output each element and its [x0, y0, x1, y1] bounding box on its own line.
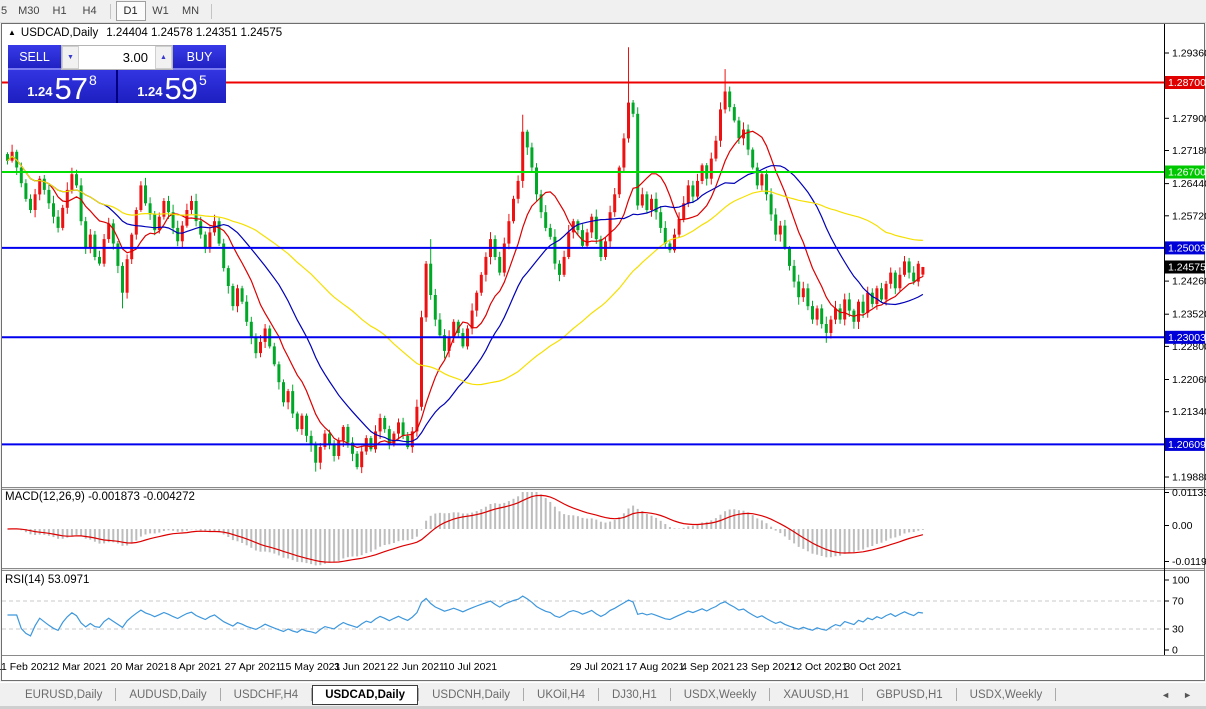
price-tick-label: 1.27180 [1172, 145, 1206, 157]
volume-input[interactable]: 3.00 [79, 46, 155, 69]
svg-text:1.20609: 1.20609 [1168, 439, 1206, 451]
sell-price-pip: 8 [89, 73, 97, 102]
rsi-indicator-label: RSI(14) 53.0971 [5, 574, 89, 586]
sell-price[interactable]: 1.24 57 8 [8, 70, 116, 103]
price-level-tag: 1.24575 [1165, 261, 1206, 274]
macd-tick-label: 0.00 [1172, 520, 1193, 532]
price-level-tag: 1.25003 [1165, 241, 1206, 254]
chart-tab-ukoil-5[interactable]: UKOil,H4 [524, 685, 598, 705]
macd-tick-label: 0.01135 [1172, 487, 1206, 499]
chart-tab-eurusd-0[interactable]: EURUSD,Daily [12, 685, 115, 705]
timeframe-button-m30[interactable]: M30 [13, 1, 44, 21]
timeframe-button-d1[interactable]: D1 [116, 1, 146, 21]
date-label: 2 Mar 2021 [53, 661, 106, 673]
date-label: 20 Mar 2021 [111, 661, 170, 673]
price-tick-label: 1.24260 [1172, 276, 1206, 288]
chart-title: ▲ USDCAD,Daily 1.24404 1.24578 1.24351 1.2… [8, 27, 282, 39]
toolbar-separator [211, 4, 212, 19]
date-label: 17 Aug 2021 [626, 661, 685, 673]
tab-separator [1055, 688, 1056, 701]
toolbar-separator [110, 4, 111, 19]
price-tick-label: 1.19880 [1172, 472, 1206, 484]
buy-button[interactable]: BUY [173, 45, 226, 70]
tab-scroll-arrows: ◄► [1161, 690, 1206, 700]
date-label: 22 Jun 2021 [387, 661, 445, 673]
rsi-tick-label: 0 [1172, 645, 1178, 657]
price-level-tag: 1.26700 [1165, 166, 1206, 179]
sell-price-big: 57 [55, 76, 87, 102]
rsi-tick-label: 30 [1172, 624, 1184, 636]
buy-price-prefix: 1.24 [137, 85, 162, 102]
chart-tab-audusd-1[interactable]: AUDUSD,Daily [116, 685, 219, 705]
price-level-tag: 1.23003 [1165, 331, 1206, 344]
chevron-up-icon: ▲ [160, 54, 167, 61]
volume-increase-button[interactable]: ▲ [155, 46, 172, 69]
timeframe-button-h1[interactable]: H1 [45, 1, 75, 21]
price-chart-canvas[interactable]: 1.293601.279001.271801.264401.257201.242… [0, 0, 1206, 709]
date-label: 8 Apr 2021 [171, 661, 222, 673]
sell-button[interactable]: SELL [8, 45, 61, 70]
scroll-left-icon[interactable]: ◄ [1161, 690, 1170, 700]
svg-text:1.25003: 1.25003 [1168, 242, 1206, 254]
svg-text:1.23003: 1.23003 [1168, 332, 1206, 344]
date-axis: 11 Feb 20212 Mar 2021 20 Mar 20218 Apr 20… [0, 661, 902, 673]
timeframe-toolbar: 5M30H1H4 D1W1MN [0, 0, 1206, 23]
ohlc-values: 1.24404 1.24578 1.24351 1.24575 [106, 27, 282, 39]
collapse-chart-icon[interactable]: ▲ [8, 28, 16, 37]
date-label: 11 Feb 2021 [0, 661, 54, 673]
price-tick-label: 1.22060 [1172, 374, 1206, 386]
svg-text:1.24575: 1.24575 [1168, 262, 1206, 274]
timeframe-button-5[interactable]: 5 [0, 1, 13, 21]
chart-tab-xauusd-8[interactable]: XAUUSD,H1 [770, 685, 862, 705]
price-level-tag: 1.28700 [1165, 76, 1206, 89]
volume-decrease-button[interactable]: ▼ [62, 46, 79, 69]
chart-tab-gbpusd-9[interactable]: GBPUSD,H1 [863, 685, 955, 705]
chart-tab-usdchf-2[interactable]: USDCHF,H4 [221, 685, 312, 705]
date-label: 29 Jul 2021 [570, 661, 624, 673]
date-label: 12 Oct 2021 [790, 661, 847, 673]
symbol-period-label: USDCAD,Daily [21, 27, 98, 39]
price-tick-label: 1.25720 [1172, 210, 1206, 222]
trade-panel-controls: SELL ▼ 3.00 ▲ BUY [8, 45, 226, 70]
buy-price-big: 59 [165, 76, 197, 102]
macd-tick-label: -0.01190 [1172, 556, 1206, 568]
macd-indicator-label: MACD(12,26,9) -0.001873 -0.004272 [5, 491, 195, 503]
sell-price-prefix: 1.24 [27, 85, 52, 102]
one-click-trade-panel: SELL ▼ 3.00 ▲ BUY 1.24 57 8 1.24 59 5 [8, 45, 226, 103]
svg-text:1.28700: 1.28700 [1168, 77, 1206, 89]
chart-tab-usdx-10[interactable]: USDX,Weekly [957, 685, 1056, 705]
timeframe-button-mn[interactable]: MN [176, 1, 206, 21]
chart-tab-dj30-6[interactable]: DJ30,H1 [599, 685, 670, 705]
timeframe-button-h4[interactable]: H4 [75, 1, 105, 21]
chart-window [2, 24, 1205, 681]
chart-tab-usdcad-3[interactable]: USDCAD,Daily [312, 685, 418, 705]
date-label: 15 May 2021 [280, 661, 341, 673]
chart-tab-usdx-7[interactable]: USDX,Weekly [671, 685, 770, 705]
date-label: 3 Jun 2021 [334, 661, 386, 673]
svg-text:1.26700: 1.26700 [1168, 166, 1206, 178]
price-tick-label: 1.23520 [1172, 309, 1206, 321]
price-level-tag: 1.20609 [1165, 438, 1206, 451]
buy-price[interactable]: 1.24 59 5 [118, 70, 226, 103]
timeframe-button-w1[interactable]: W1 [146, 1, 176, 21]
price-tick-label: 1.26440 [1172, 178, 1206, 190]
chart-tab-usdcnh-4[interactable]: USDCNH,Daily [419, 685, 523, 705]
rsi-tick-label: 100 [1172, 575, 1190, 587]
rsi-tick-label: 70 [1172, 596, 1184, 608]
price-tick-label: 1.27900 [1172, 113, 1206, 125]
date-label: 27 Apr 2021 [225, 661, 282, 673]
trade-panel-prices: 1.24 57 8 1.24 59 5 [8, 70, 226, 103]
price-tick-label: 1.21340 [1172, 406, 1206, 418]
date-label: 4 Sep 2021 [681, 661, 735, 673]
chevron-down-icon: ▼ [67, 54, 74, 61]
volume-spinner: ▼ 3.00 ▲ [61, 45, 173, 70]
date-label: 10 Jul 2021 [443, 661, 497, 673]
date-label: 30 Oct 2021 [844, 661, 901, 673]
chart-tab-bar: EURUSD,DailyAUDUSD,DailyUSDCHF,H4USDCAD,… [0, 682, 1206, 706]
scroll-right-icon[interactable]: ► [1183, 690, 1192, 700]
buy-price-pip: 5 [199, 73, 207, 102]
date-label: 23 Sep 2021 [736, 661, 796, 673]
price-tick-label: 1.29360 [1172, 48, 1206, 60]
